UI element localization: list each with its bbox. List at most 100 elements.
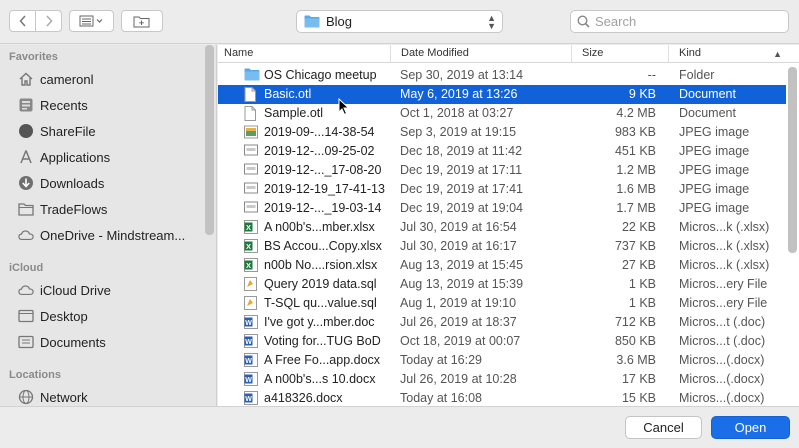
file-row[interactable]: Xn00b No....rsion.xlsx Aug 13, 2019 at 15… (218, 256, 786, 275)
cancel-button[interactable]: Cancel (625, 416, 702, 439)
toolbar: Blog ▲ ▼ (0, 0, 799, 44)
file-row[interactable]: 2019-12-19_17-41-13 Dec 19, 2019 at 17:41… (218, 180, 786, 199)
sidebar-item-downloads[interactable]: Downloads (0, 171, 205, 195)
file-kind: JPEG image (679, 201, 750, 215)
excel-icon: X (244, 220, 258, 235)
search-field[interactable] (570, 10, 789, 33)
column-header-size[interactable]: Size (576, 45, 669, 63)
file-name: a418326.docx (264, 391, 343, 405)
file-row[interactable]: T-SQL qu...value.sql Aug 1, 2019 at 19:10… (218, 294, 786, 313)
svg-text:X: X (246, 261, 251, 270)
file-row[interactable]: Sample.otl Oct 1, 2018 at 03:27 4.2 MB Docu… (218, 104, 786, 123)
file-size: 451 KB (614, 144, 656, 158)
sidebar-item-network[interactable]: Network (0, 385, 205, 406)
svg-text:X: X (246, 223, 251, 232)
file-name: A Free Fo...app.docx (264, 353, 381, 367)
location-label: Blog (326, 14, 353, 29)
new-folder-button[interactable] (121, 10, 163, 32)
excel-icon: X (244, 258, 258, 273)
file-size: 737 KB (614, 239, 656, 253)
location-popup[interactable]: Blog ▲ ▼ (296, 10, 503, 33)
sidebar-item-onedrive[interactable]: OneDrive - Mindstream... (0, 223, 205, 247)
sidebar-item-recents[interactable]: Recents (0, 93, 205, 117)
open-button[interactable]: Open (711, 416, 790, 439)
file-kind: Folder (679, 68, 715, 82)
file-kind: JPEG image (679, 182, 750, 196)
file-row[interactable]: 2019-09-...14-38-54 Sep 3, 2019 at 19:15 9… (218, 123, 786, 142)
file-size: 27 KB (621, 258, 656, 272)
sidebar-heading-favorites: Favorites (9, 51, 58, 63)
column-header-date[interactable]: Date Modified (395, 45, 572, 63)
file-name: BS Accou...Copy.xlsx (264, 239, 382, 253)
file-date: Aug 13, 2019 at 15:45 (400, 258, 524, 272)
file-date: Oct 18, 2019 at 00:07 (400, 334, 521, 348)
sidebar-item-documents[interactable]: Documents (0, 330, 205, 354)
word-icon: W (244, 315, 258, 330)
file-row[interactable]: W I've got y...mber.doc Jul 26, 2019 at 18… (218, 313, 786, 332)
sidebar-item-icloud-drive[interactable]: iCloud Drive (0, 278, 205, 302)
file-row[interactable]: W Voting for...TUG BoD Oct 18, 2019 at 00:… (218, 332, 786, 351)
file-size: 1.2 MB (616, 163, 656, 177)
file-kind: Micros...t (.doc) (679, 315, 766, 329)
file-date: Jul 26, 2019 at 10:28 (400, 372, 517, 386)
excel-icon: X (244, 239, 258, 254)
file-date: Today at 16:29 (400, 353, 483, 367)
chevron-right-icon (45, 15, 53, 27)
globe-icon (18, 389, 34, 405)
file-row[interactable]: 2019-12-..._17-08-20 Dec 19, 2019 at 17:1… (218, 161, 786, 180)
file-date: Dec 19, 2019 at 17:11 (400, 163, 523, 177)
file-size: 4.2 MB (616, 106, 656, 120)
svg-text:W: W (245, 339, 252, 346)
file-kind: Micros...(.docx) (679, 353, 765, 367)
file-row[interactable]: 2019-12-...09-25-02 Dec 18, 2019 at 11:42… (218, 142, 786, 161)
folder-icon (304, 15, 320, 28)
file-size: -- (647, 68, 656, 82)
sidebar-item-desktop[interactable]: Desktop (0, 304, 205, 328)
file-row[interactable]: Query 2019 data.sql Aug 13, 2019 at 15:39… (218, 275, 786, 294)
column-header-kind[interactable]: Kind ▲ (673, 45, 788, 63)
sidebar-item-tradeflows[interactable]: TradeFlows (0, 197, 205, 221)
file-size: 9 KB (628, 87, 656, 101)
desktop-icon (18, 308, 34, 324)
file-kind: Document (679, 87, 736, 101)
file-row[interactable]: Wa418326.docx Today at 16:08 15 KB Micros..… (218, 389, 786, 406)
file-name: 2019-12-...09-25-02 (264, 144, 375, 158)
sidebar: Favorites cameronl Recents ShareFile App… (0, 45, 217, 406)
sidebar-item-applications[interactable]: Applications (0, 145, 205, 169)
sharefile-icon (18, 123, 34, 139)
file-size: 1 KB (628, 296, 656, 310)
view-options-button[interactable] (69, 10, 114, 32)
file-name: A n00b's...mber.xlsx (264, 220, 375, 234)
sidebar-heading-locations: Locations (9, 369, 61, 381)
file-date: Aug 13, 2019 at 15:39 (400, 277, 524, 291)
sidebar-item-sharefile[interactable]: ShareFile (0, 119, 205, 143)
back-button[interactable] (9, 10, 36, 32)
word-icon: W (244, 334, 258, 349)
file-name: 2019-12-19_17-41-13 (264, 182, 385, 196)
file-kind: Micros...ery File (679, 296, 768, 310)
forward-button[interactable] (35, 10, 62, 32)
download-icon (18, 175, 34, 191)
sidebar-scrollbar[interactable] (205, 45, 214, 235)
file-row[interactable]: X A n00b's...mber.xlsx Jul 30, 2019 at 16:… (218, 218, 786, 237)
file-name: 2019-12-..._17-08-20 (264, 163, 382, 177)
file-kind: Micros...(.docx) (679, 391, 765, 405)
file-name: A n00b's...s 10.docx (264, 372, 376, 386)
file-row[interactable]: X BS Accou...Copy.xlsx Jul 30, 2019 at 16:… (218, 237, 786, 256)
file-row[interactable]: W A Free Fo...app.docx Today at 16:29 3.6 M… (218, 351, 786, 370)
file-row[interactable]: 2019-12-..._19-03-14 Dec 19, 2019 at 19:0… (218, 199, 786, 218)
file-date: Sep 30, 2019 at 13:14 (400, 68, 524, 82)
file-name: 2019-09-...14-38-54 (264, 125, 375, 139)
column-header-name[interactable]: Name (218, 45, 391, 63)
mouse-pointer-icon (338, 98, 350, 116)
file-row[interactable]: W A n00b's...s 10.docx Jul 26, 2019 at 10:… (218, 370, 786, 389)
sidebar-item-label: Network (40, 389, 88, 405)
file-row[interactable]: OS Chicago meetup Sep 30, 2019 at 13:14 --… (218, 66, 786, 85)
file-list-scrollbar[interactable] (788, 67, 797, 253)
file-row[interactable]: Basic.otl May 6, 2019 at 13:26 9 KB Documen… (218, 85, 786, 104)
list-view-icon (79, 15, 102, 27)
file-kind: Document (679, 106, 736, 120)
cloud-icon (18, 227, 34, 243)
search-input[interactable] (595, 14, 775, 29)
sidebar-item-cameronl[interactable]: cameronl (0, 67, 205, 91)
